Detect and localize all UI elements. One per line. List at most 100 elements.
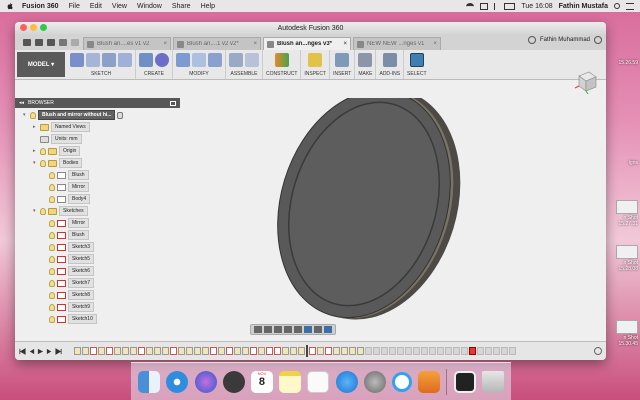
close-window-button[interactable] [20,24,27,31]
menubar-clock[interactable]: Tue 16:08 [521,3,552,10]
finder-icon[interactable] [138,370,161,393]
play-icon[interactable] [37,348,44,355]
desktop-file[interactable]: n Shot 15.28.08 [604,245,638,272]
visibility-bulb-icon[interactable] [49,183,55,191]
visibility-bulb-icon[interactable] [49,243,55,251]
tree-node-sketch[interactable]: Sketch6 [49,266,95,276]
viewcube-icon[interactable] [574,68,600,94]
visibility-bulb-icon[interactable] [49,219,55,227]
menu-view[interactable]: View [112,3,127,10]
timeline-suppressed-feature[interactable] [477,347,484,355]
construct-group[interactable]: CONSTRUCT [263,50,302,79]
collapse-triangle-icon[interactable]: ▾ [33,208,38,214]
modify-group[interactable]: MODIFY [173,50,226,79]
fusion-360-icon[interactable] [418,370,441,393]
timeline-sketch-feature[interactable] [325,347,332,355]
document-tab[interactable]: Blush an....es v1 v2 × [83,37,171,50]
timeline-sketch-feature[interactable] [266,347,273,355]
timeline-suppressed-feature[interactable] [461,347,468,355]
file-menu-icon[interactable] [35,38,43,46]
desktop-file[interactable]: igns [604,160,638,166]
window-titlebar[interactable]: Autodesk Fusion 360 [15,22,606,34]
extrude-icon[interactable] [139,53,153,67]
notes-icon[interactable] [279,370,302,393]
tree-node-units[interactable]: Units: mm [33,134,82,144]
timeline-body-feature[interactable] [317,347,324,355]
timeline-body-feature[interactable] [234,347,241,355]
inspect-group[interactable]: INSPECT [301,50,331,79]
document-tab[interactable]: Blush an....1 v2 v2* × [173,37,261,50]
tree-node-sketch[interactable]: Sketch9 [49,302,95,312]
visibility-bulb-icon[interactable] [49,303,55,311]
expand-triangle-icon[interactable]: ▸ [33,124,38,130]
timeline-body-feature[interactable] [242,347,249,355]
menubar-user[interactable]: Fathin Mustafa [559,3,608,10]
timeline-suppressed-feature[interactable] [485,347,492,355]
timeline-body-feature[interactable] [290,347,297,355]
trim-icon[interactable] [118,53,132,67]
visibility-bulb-icon[interactable] [49,231,55,239]
document-tab-active[interactable]: Blush an...nges v3* × [263,37,351,50]
tree-root[interactable]: ▾ Blush and mirror without hi... [23,110,124,120]
select-group[interactable]: SELECT [404,50,429,79]
timeline-body-feature[interactable] [130,347,137,355]
menu-window[interactable]: Window [137,3,162,10]
select-icon[interactable] [409,53,424,67]
menu-file[interactable]: File [69,3,80,10]
timeline-sketch-feature[interactable] [106,347,113,355]
viewports-icon[interactable] [324,326,332,333]
wifi-icon[interactable] [466,2,475,10]
line-icon[interactable] [86,53,100,67]
timeline-suppressed-feature[interactable] [437,347,444,355]
visibility-bulb-icon[interactable] [49,315,55,323]
tree-node-sketch[interactable]: Sketch8 [49,290,95,300]
tree-node-body[interactable]: Body4 [49,194,91,204]
timeline-body-feature[interactable] [202,347,209,355]
timeline-suppressed-feature[interactable] [421,347,428,355]
close-tab-icon[interactable]: × [163,41,167,47]
orbit-icon[interactable] [254,326,262,333]
create-group[interactable]: CREATE [136,50,173,79]
timeline-body-feature[interactable] [341,347,348,355]
search-icon[interactable] [614,3,620,9]
timeline-suppressed-feature[interactable] [493,347,500,355]
collapse-triangle-icon[interactable]: ▾ [23,112,28,118]
timeline-settings-icon[interactable] [594,347,602,355]
tree-node-sketch[interactable]: Sketch7 [49,278,95,288]
collapse-triangle-icon[interactable]: ▾ [33,160,38,166]
timeline-marker[interactable] [306,345,308,357]
go-to-end-icon[interactable] [55,347,62,355]
timeline-body-feature[interactable] [82,347,89,355]
timeline-suppressed-feature[interactable] [445,347,452,355]
timeline-body-feature[interactable] [98,347,105,355]
3d-print-icon[interactable] [358,53,373,67]
collapse-icon[interactable]: ◂◂ [19,100,24,106]
visibility-bulb-icon[interactable] [30,111,36,119]
timeline-body-feature[interactable] [282,347,289,355]
timeline-sketch-feature[interactable] [250,347,257,355]
timeline-body-feature[interactable] [218,347,225,355]
grid-menu-icon[interactable] [23,38,31,46]
visibility-bulb-icon[interactable] [49,291,55,299]
apple-icon[interactable] [6,2,14,10]
job-status-icon[interactable] [527,36,536,44]
timeline-body-feature[interactable] [194,347,201,355]
timeline-suppressed-feature[interactable] [373,347,380,355]
tree-node-body[interactable]: Mirror [49,182,90,192]
user-account-name[interactable]: Fathin Muhammad [540,37,590,43]
timeline-body-feature[interactable] [298,347,305,355]
timeline-sketch-feature[interactable] [90,347,97,355]
desktop-file[interactable]: n Shot 15.30.45 [604,320,638,347]
timeline-suppressed-feature[interactable] [405,347,412,355]
desktop-file[interactable]: 15.26.59 [604,60,638,66]
bluetooth-icon[interactable] [494,2,498,10]
notification-center-icon[interactable] [626,2,634,10]
chamfer-icon[interactable] [208,53,222,67]
trash-icon[interactable] [481,370,504,393]
timeline-sketch-feature[interactable] [170,347,177,355]
make-group[interactable]: MAKE [355,50,377,79]
timeline-suppressed-feature[interactable] [501,347,508,355]
timeline-sketch-feature[interactable] [226,347,233,355]
tree-node-sketch[interactable]: Sketch3 [49,242,95,252]
offset-plane-icon[interactable] [274,53,289,67]
